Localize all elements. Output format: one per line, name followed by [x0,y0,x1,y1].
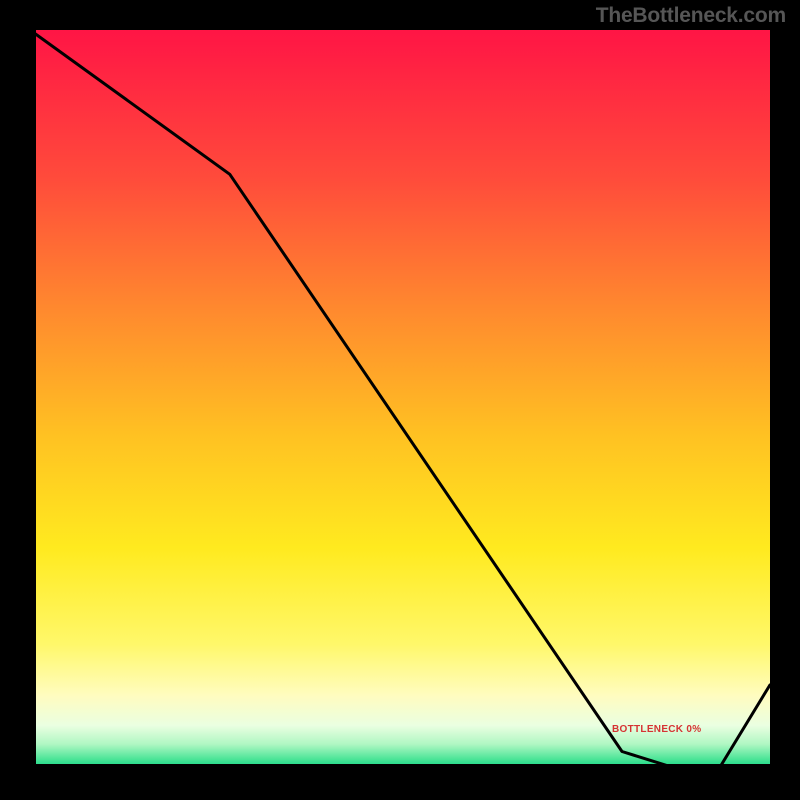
watermark-text: TheBottleneck.com [596,4,786,28]
axes-frame [30,30,770,770]
minimum-annotation: BOTTLENECK 0% [612,724,701,735]
